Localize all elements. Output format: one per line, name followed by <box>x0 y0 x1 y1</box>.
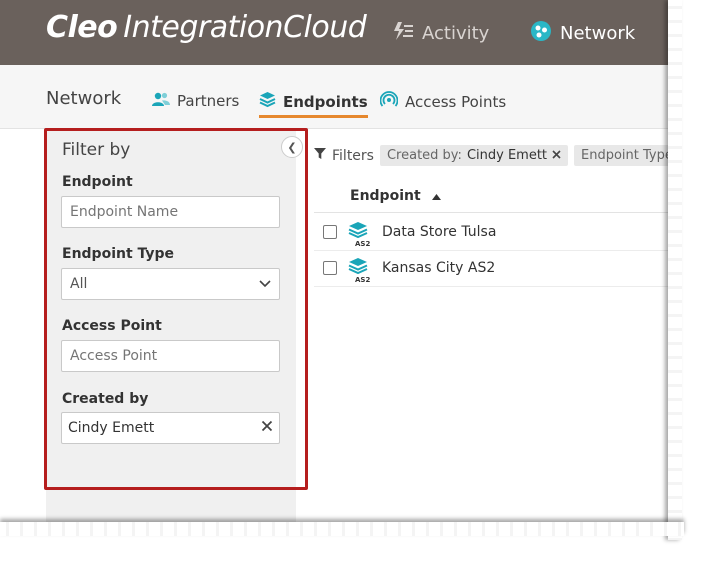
tab-partners[interactable]: Partners <box>152 91 239 111</box>
nav-activity[interactable]: Activity <box>392 20 489 47</box>
activity-icon <box>392 20 414 47</box>
tab-endpoints[interactable]: Endpoints <box>259 91 368 118</box>
endpoint-type-value: All <box>70 276 88 292</box>
top-bar: Cleo IntegrationCloud Activity Network <box>0 0 671 65</box>
tab-endpoints-label: Endpoints <box>283 92 368 111</box>
torn-edge-bottom <box>0 522 684 536</box>
endpoint-name[interactable]: Data Store Tulsa <box>382 224 496 240</box>
filters-label: Filters <box>332 147 374 164</box>
active-filters-bar: Filters Created by: Cindy Emett Endpoint… <box>314 145 671 166</box>
as2-badge: AS2 <box>355 276 371 284</box>
torn-edge-right <box>668 0 682 540</box>
endpoint-label: Endpoint <box>62 174 133 190</box>
filter-funnel-icon <box>314 147 326 164</box>
endpoint-type-label: Endpoint Type <box>62 246 175 262</box>
page-title: Network <box>46 88 122 109</box>
filter-panel-title: Filter by <box>62 140 131 160</box>
column-header-endpoint[interactable]: Endpoint <box>350 188 441 204</box>
sort-ascending-icon <box>431 188 441 204</box>
tab-access-points-label: Access Points <box>405 93 507 111</box>
endpoints-icon <box>259 91 276 112</box>
chip-key: Endpoint Type: <box>581 148 671 163</box>
table-row[interactable]: AS2 Kansas City AS2 <box>314 250 671 287</box>
clear-icon[interactable] <box>261 420 273 436</box>
access-point-label: Access Point <box>62 318 162 334</box>
chevron-left-icon: ❮ <box>287 140 297 154</box>
chip-value: Cindy Emett <box>466 148 548 163</box>
tab-partners-label: Partners <box>177 92 240 110</box>
endpoint-type-select[interactable]: All <box>61 268 280 300</box>
created-by-input[interactable]: Cindy Emett <box>61 412 280 444</box>
active-tab-underline <box>259 115 368 118</box>
tab-access-points[interactable]: Access Points <box>379 91 507 113</box>
logo-bold-text: Cleo <box>46 10 118 45</box>
remove-chip-icon[interactable] <box>552 148 561 163</box>
chip-key: Created by: <box>386 148 462 163</box>
collapse-panel-button[interactable]: ❮ <box>281 136 303 158</box>
created-by-label: Created by <box>62 391 149 407</box>
column-header-label: Endpoint <box>350 188 421 204</box>
table-header: Endpoint <box>314 178 671 213</box>
logo-text: IntegrationCloud <box>123 10 367 45</box>
chevron-down-icon <box>259 276 271 292</box>
access-point-input[interactable] <box>61 340 280 372</box>
filter-chip-created-by[interactable]: Created by: Cindy Emett <box>379 145 569 166</box>
network-icon <box>530 20 552 47</box>
sub-header: Network Partners Endpoints Access Points <box>0 65 671 129</box>
row-checkbox[interactable] <box>323 225 337 239</box>
nav-network[interactable]: Network <box>530 20 635 47</box>
table-row[interactable]: AS2 Data Store Tulsa <box>314 214 671 251</box>
row-checkbox[interactable] <box>323 261 337 275</box>
filter-panel: Filter by ❮ Endpoint Endpoint Type All A… <box>46 128 303 525</box>
screenshot: Cleo IntegrationCloud Activity Network Ne… <box>0 0 671 525</box>
nav-activity-label: Activity <box>422 23 490 44</box>
as2-badge: AS2 <box>355 240 371 248</box>
filter-chip-endpoint-type[interactable]: Endpoint Type: A <box>574 145 671 166</box>
app-logo[interactable]: Cleo IntegrationCloud <box>46 10 367 45</box>
nav-network-label: Network <box>560 23 636 44</box>
endpoint-name-input[interactable] <box>61 196 280 228</box>
endpoint-name[interactable]: Kansas City AS2 <box>382 260 495 276</box>
access-point-icon <box>379 91 399 113</box>
created-by-value: Cindy Emett <box>68 420 155 436</box>
partners-icon <box>152 91 170 111</box>
